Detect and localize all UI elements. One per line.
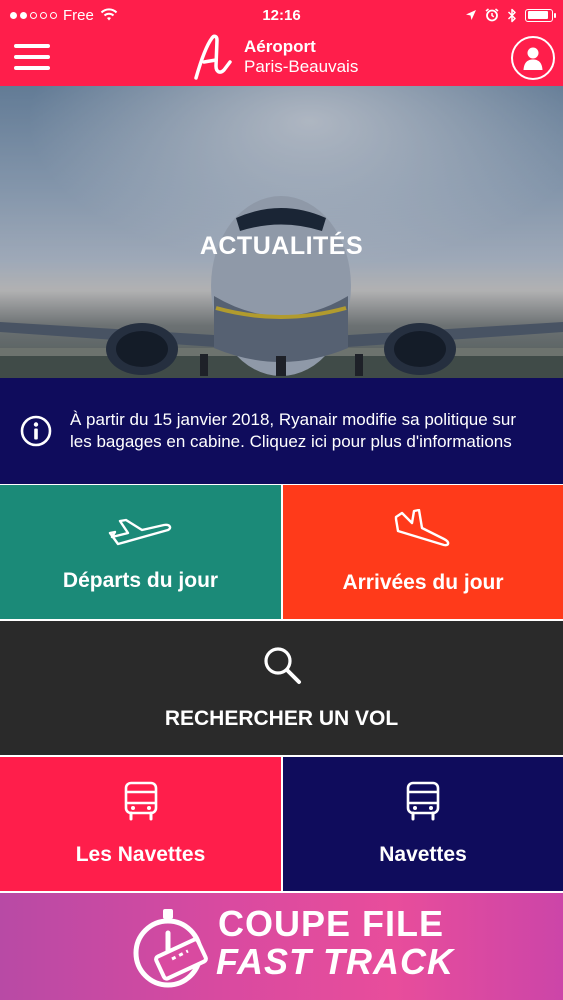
status-bar: Free 12:16 bbox=[0, 0, 563, 30]
bus-icon bbox=[124, 781, 157, 821]
signal-dots-icon bbox=[10, 11, 57, 19]
profile-button[interactable] bbox=[511, 36, 555, 80]
app-title: Aéroport bbox=[244, 37, 316, 57]
departures-label: Départs du jour bbox=[62, 569, 219, 592]
fast-track-icon bbox=[133, 909, 208, 988]
app-header: Aéroport Paris-Beauvais bbox=[0, 30, 563, 86]
alarm-icon bbox=[485, 8, 499, 22]
shuttles-label-2: Navettes bbox=[379, 843, 467, 866]
search-flight-tile[interactable]: RECHERCHER UN VOL bbox=[0, 621, 563, 755]
arrivals-label: Arrivées du jour bbox=[342, 571, 504, 594]
fast-track-banner[interactable]: COUPE FILE FAST TRACK bbox=[0, 893, 563, 1000]
status-right bbox=[465, 8, 556, 23]
arrivals-tile[interactable]: Arrivées du jour bbox=[283, 485, 563, 619]
shuttles-tile-2[interactable]: Navettes bbox=[283, 757, 563, 891]
notice-text: À partir du 15 janvier 2018, Ryanair mod… bbox=[70, 410, 517, 451]
battery-icon bbox=[525, 8, 556, 22]
info-icon bbox=[20, 415, 52, 447]
app-subtitle: Paris-Beauvais bbox=[244, 57, 359, 76]
wifi-icon bbox=[100, 8, 118, 21]
arrival-plane-icon bbox=[394, 509, 450, 547]
user-icon bbox=[523, 47, 543, 70]
banner-line1: COUPE FILE bbox=[218, 903, 445, 944]
info-notice[interactable]: À partir du 15 janvier 2018, Ryanair mod… bbox=[0, 378, 563, 484]
menu-icon[interactable] bbox=[14, 41, 50, 73]
departure-plane-icon bbox=[108, 518, 171, 546]
status-left: Free bbox=[10, 7, 118, 24]
search-icon bbox=[263, 647, 301, 684]
hero-title: ACTUALITÉS bbox=[199, 232, 364, 260]
news-hero[interactable]: ACTUALITÉS bbox=[0, 86, 563, 378]
bluetooth-icon bbox=[507, 8, 516, 22]
airport-logo-icon bbox=[194, 34, 232, 80]
banner-line2: FAST TRACK bbox=[216, 941, 454, 982]
bus-icon bbox=[406, 781, 440, 821]
brand: Aéroport Paris-Beauvais bbox=[192, 34, 358, 80]
carrier-name: Free bbox=[63, 6, 94, 24]
location-arrow-icon bbox=[466, 10, 476, 20]
shuttles-tile[interactable]: Les Navettes bbox=[0, 757, 281, 891]
departures-tile[interactable]: Départs du jour bbox=[0, 485, 281, 619]
shuttles-label: Les Navettes bbox=[75, 843, 206, 866]
search-flight-label: RECHERCHER UN VOL bbox=[164, 707, 399, 730]
